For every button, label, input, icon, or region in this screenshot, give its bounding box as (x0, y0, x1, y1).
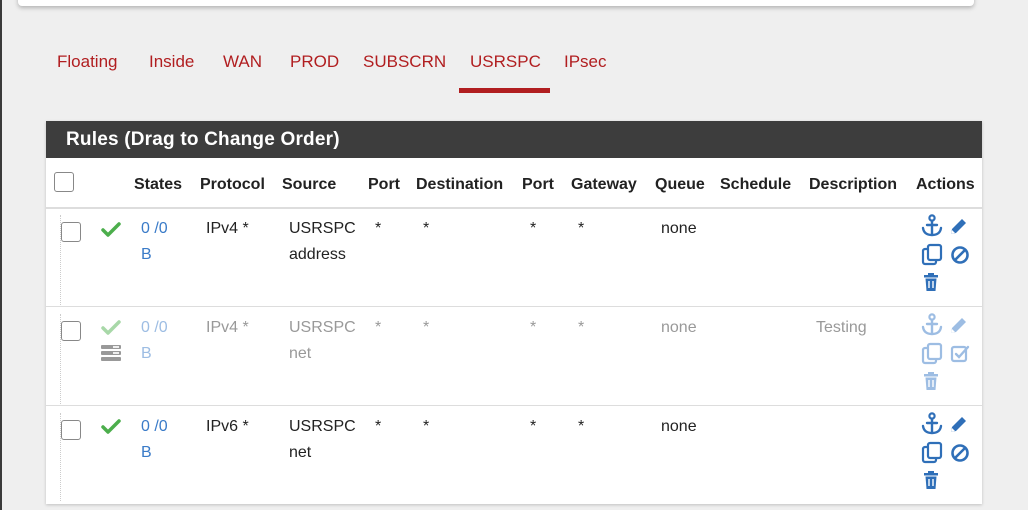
row-checkbox[interactable] (61, 420, 81, 440)
tab-subscrn[interactable]: SUBSCRN (363, 52, 446, 72)
checkmark-icon[interactable] (101, 222, 121, 238)
destination: * (423, 319, 430, 336)
copy-icon[interactable] (921, 441, 943, 465)
disable-icon[interactable] (950, 443, 970, 463)
pencil-icon[interactable] (948, 316, 970, 336)
enable-icon[interactable] (950, 344, 970, 364)
source-line2: address (289, 246, 346, 263)
col-dest-port[interactable]: Port (522, 176, 554, 194)
source-line1: USRSPC (289, 319, 356, 336)
top-panel (18, 0, 974, 6)
states-bytes[interactable]: B (141, 242, 152, 267)
queue: none (661, 319, 697, 336)
pencil-icon[interactable] (948, 415, 970, 435)
source-line2: net (289, 345, 312, 362)
source-port: * (375, 319, 382, 336)
source-port: * (375, 418, 382, 435)
disabled-rule-icon (101, 345, 121, 361)
destination: * (423, 418, 430, 435)
destination-port: * (530, 220, 537, 237)
states-counter[interactable]: 0 /0 (141, 315, 168, 340)
col-source[interactable]: Source (282, 176, 336, 194)
disable-icon[interactable] (950, 245, 970, 265)
gateway: * (578, 418, 585, 435)
tab-floating[interactable]: Floating (57, 52, 117, 72)
col-schedule[interactable]: Schedule (720, 176, 791, 194)
header-divider (46, 207, 982, 209)
destination-port: * (530, 319, 537, 336)
checkmark-icon[interactable] (101, 320, 121, 336)
panel-title: Rules (Drag to Change Order) (46, 121, 982, 158)
row-checkbox[interactable] (61, 222, 81, 242)
row-divider (46, 306, 982, 307)
checkmark-icon[interactable] (101, 419, 121, 435)
gateway: * (578, 220, 585, 237)
description: Testing (816, 319, 867, 336)
pencil-icon[interactable] (948, 217, 970, 237)
states-bytes[interactable]: B (141, 341, 152, 366)
tab-usrspc[interactable]: USRSPC (470, 52, 541, 72)
destination-port: * (530, 418, 537, 435)
anchor-icon[interactable] (921, 214, 943, 238)
col-port[interactable]: Port (368, 176, 400, 194)
tab-prod[interactable]: PROD (290, 52, 339, 72)
states-counter[interactable]: 0 /0 (141, 216, 168, 241)
anchor-icon[interactable] (921, 313, 943, 337)
source-line1: USRSPC (289, 220, 356, 237)
protocol: IPv6 * (206, 418, 249, 435)
select-all-checkbox[interactable] (54, 172, 74, 192)
col-protocol[interactable]: Protocol (200, 176, 265, 194)
tab-wan[interactable]: WAN (223, 52, 262, 72)
source-line2: net (289, 444, 312, 461)
source-line1: USRSPC (289, 418, 356, 435)
trash-icon[interactable] (922, 470, 940, 490)
queue: none (661, 220, 697, 237)
protocol: IPv4 * (206, 319, 249, 336)
protocol: IPv4 * (206, 220, 249, 237)
window-frame (0, 0, 2, 510)
col-description[interactable]: Description (809, 176, 897, 194)
anchor-icon[interactable] (921, 412, 943, 436)
active-tab-indicator (459, 88, 550, 93)
source-port: * (375, 220, 382, 237)
trash-icon[interactable] (922, 272, 940, 292)
col-destination[interactable]: Destination (416, 176, 503, 194)
gateway: * (578, 319, 585, 336)
states-bytes[interactable]: B (141, 440, 152, 465)
states-counter[interactable]: 0 /0 (141, 414, 168, 439)
tab-ipsec[interactable]: IPsec (564, 52, 607, 72)
col-actions: Actions (916, 176, 975, 193)
row-divider (46, 405, 982, 406)
row-checkbox[interactable] (61, 321, 81, 341)
queue: none (661, 418, 697, 435)
col-queue[interactable]: Queue (655, 176, 705, 194)
col-states[interactable]: States (134, 176, 182, 194)
trash-icon[interactable] (922, 371, 940, 391)
copy-icon[interactable] (921, 243, 943, 267)
tab-inside[interactable]: Inside (149, 52, 194, 72)
destination: * (423, 220, 430, 237)
col-gateway[interactable]: Gateway (571, 176, 637, 194)
copy-icon[interactable] (921, 342, 943, 366)
